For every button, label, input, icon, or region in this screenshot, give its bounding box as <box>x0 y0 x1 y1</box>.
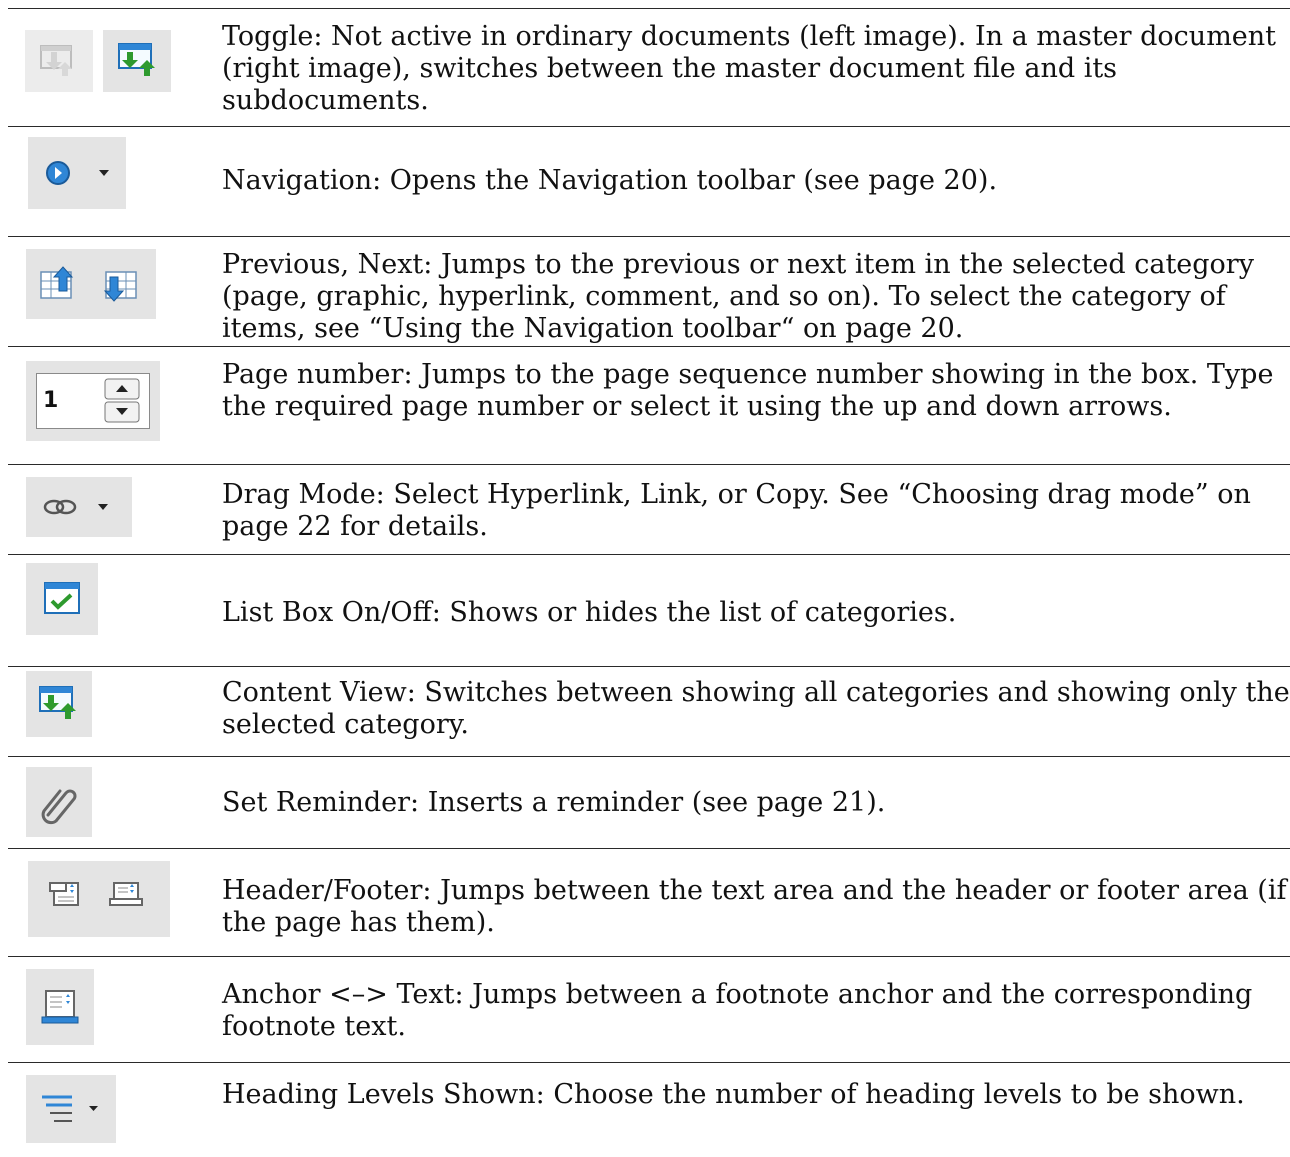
toggle-master-document-disabled-icon <box>25 30 93 92</box>
set-reminder-button[interactable] <box>26 767 92 837</box>
icon-cell <box>8 127 218 237</box>
content-view-button[interactable] <box>26 671 92 737</box>
row-description: Page number: Jumps to the page sequence … <box>222 359 1274 422</box>
icon-cell <box>8 237 218 347</box>
list-box-check-icon <box>44 582 80 614</box>
table-row-header-footer: Header/Footer: Jumps between the text ar… <box>8 848 1290 957</box>
row-description: Drag Mode: Select Hyperlink, Link, or Co… <box>222 479 1251 542</box>
table-row-toggle: Toggle: Not active in ordinary documents… <box>8 8 1290 127</box>
row-description: Header/Footer: Jumps between the text ar… <box>222 875 1287 938</box>
drag-mode-link-icon <box>43 499 77 515</box>
header-footer-buttons <box>28 861 170 937</box>
table-row-page-number: 1 Page number: Jumps to the page sequenc… <box>8 346 1290 465</box>
table-row-set-reminder: Set Reminder: Inserts a reminder (see pa… <box>8 756 1290 849</box>
heading-levels-icon <box>42 1095 72 1122</box>
navigation-button[interactable] <box>28 137 126 209</box>
row-description: Content View: Switches between showing a… <box>222 677 1290 740</box>
icon-cell <box>8 555 218 667</box>
table-row-heading-levels: Heading Levels Shown: Choose the number … <box>8 1062 1290 1157</box>
paperclip-icon <box>41 789 77 825</box>
table-row-navigation: Navigation: Opens the Navigation toolbar… <box>8 126 1290 237</box>
row-description: Heading Levels Shown: Choose the number … <box>222 1079 1245 1110</box>
spin-up-icon[interactable] <box>104 378 140 400</box>
icon-cell <box>8 849 218 957</box>
icon-cell <box>8 9 218 127</box>
anchor-text-button[interactable] <box>26 969 94 1045</box>
row-description: Toggle: Not active in ordinary documents… <box>222 21 1277 116</box>
list-box-toggle-button[interactable] <box>26 563 98 635</box>
row-description: Set Reminder: Inserts a reminder (see pa… <box>222 787 886 818</box>
row-description: List Box On/Off: Shows or hides the list… <box>222 597 957 628</box>
table-row-content-view: Content View: Switches between showing a… <box>8 666 1290 757</box>
dropdown-arrow-icon <box>89 1106 98 1111</box>
icon-cell: 1 <box>8 347 218 465</box>
footer-icon[interactable] <box>109 882 143 906</box>
previous-item-icon[interactable] <box>40 266 74 299</box>
drag-mode-button[interactable] <box>26 477 132 537</box>
heading-levels-button[interactable] <box>26 1075 116 1143</box>
page-number-spinbox-frame: 1 <box>26 361 160 441</box>
icon-cell <box>8 957 218 1063</box>
table-row-list-box: List Box On/Off: Shows or hides the list… <box>8 554 1290 667</box>
page-number-value: 1 <box>43 388 59 413</box>
navigation-icon <box>46 161 109 185</box>
table-row-previous-next: Previous, Next: Jumps to the previous or… <box>8 236 1290 347</box>
icon-cell <box>8 757 218 849</box>
page-number-input[interactable]: 1 <box>36 373 150 429</box>
previous-next-buttons <box>26 249 156 319</box>
table-row-drag-mode: Drag Mode: Select Hyperlink, Link, or Co… <box>8 464 1290 555</box>
row-description: Navigation: Opens the Navigation toolbar… <box>222 165 998 196</box>
row-description: Previous, Next: Jumps to the previous or… <box>222 249 1254 344</box>
toggle-master-document-icon[interactable] <box>103 30 171 92</box>
icon-cell <box>8 1063 218 1157</box>
icon-cell <box>8 667 218 757</box>
icon-cell <box>8 465 218 555</box>
dropdown-arrow-icon <box>98 504 108 510</box>
table-row-anchor-text: Anchor <–> Text: Jumps between a footnot… <box>8 956 1290 1063</box>
footnote-anchor-icon <box>41 990 79 1024</box>
row-description: Anchor <–> Text: Jumps between a footnot… <box>222 979 1253 1042</box>
next-item-icon[interactable] <box>103 271 137 302</box>
content-view-icon <box>39 686 76 719</box>
spin-down-icon[interactable] <box>104 401 140 423</box>
header-icon[interactable] <box>49 882 79 906</box>
